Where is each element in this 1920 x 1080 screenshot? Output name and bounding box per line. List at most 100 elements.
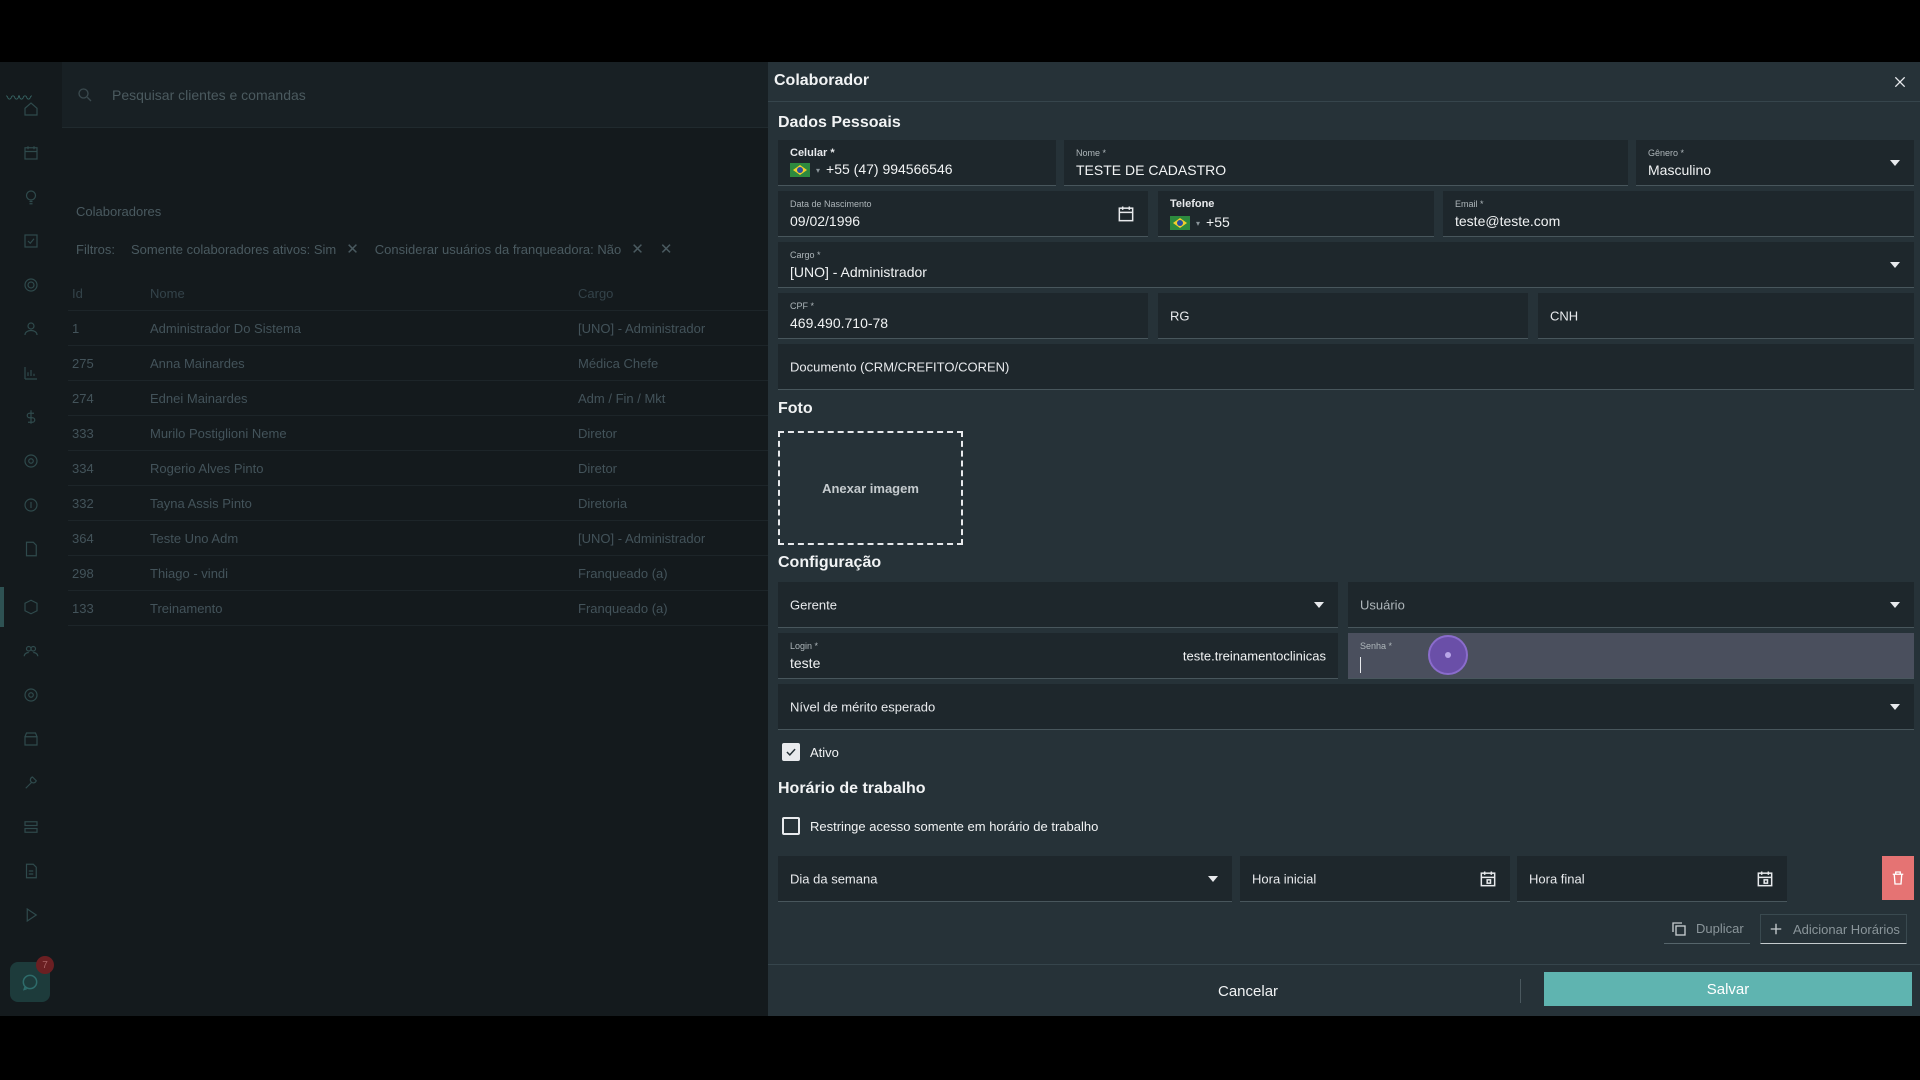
rg-placeholder: RG xyxy=(1170,308,1190,323)
document-icon[interactable] xyxy=(20,538,42,560)
table-row[interactable]: 1 Administrador Do Sistema [UNO] - Adminis… xyxy=(68,311,768,346)
trash-icon xyxy=(1892,871,1904,885)
home-icon[interactable] xyxy=(20,98,42,120)
table-cell: Franqueado (a) xyxy=(578,600,668,616)
hora-final-placeholder: Hora final xyxy=(1529,871,1585,886)
search-input[interactable]: Pesquisar clientes e comandas xyxy=(112,87,306,103)
cpf-field[interactable]: CPF * 469.490.710-78 xyxy=(778,293,1148,339)
filters-bar: Filtros: Somente colaboradores ativos: S… xyxy=(76,240,672,258)
hora-inicial-field[interactable]: Hora inicial xyxy=(1240,856,1510,902)
dia-semana-select[interactable]: Dia da semana xyxy=(778,856,1232,902)
celular-field[interactable]: Celular * ▾ +55 (47) 994566546 xyxy=(778,140,1056,186)
team-icon[interactable] xyxy=(20,640,42,662)
login-label: Login * xyxy=(790,641,819,651)
rg-field[interactable]: RG xyxy=(1158,293,1528,339)
ativo-label: Ativo xyxy=(810,744,839,760)
lightbulb-icon[interactable] xyxy=(20,186,42,208)
settings-circle-icon[interactable] xyxy=(20,450,42,472)
plus-icon xyxy=(1770,923,1782,935)
chevron-down-icon xyxy=(1314,601,1324,608)
save-button[interactable]: Salvar xyxy=(1544,972,1912,1006)
brazil-flag-icon[interactable] xyxy=(790,163,810,178)
duplicar-button[interactable]: Duplicar xyxy=(1664,914,1750,944)
nome-field[interactable]: Nome * TESTE DE CADASTRO xyxy=(1064,140,1628,186)
documento-field[interactable]: Documento (CRM/CREFITO/COREN) xyxy=(778,344,1914,390)
senha-label: Senha * xyxy=(1360,641,1393,651)
filter-chip[interactable]: Considerar usuários da franqueadora: Não… xyxy=(375,240,644,258)
hora-final-field[interactable]: Hora final xyxy=(1517,856,1787,902)
table-cell: 298 xyxy=(72,565,94,581)
restringe-checkbox-row[interactable]: Restringe acesso somente em horário de t… xyxy=(782,817,1098,835)
calendar-icon[interactable] xyxy=(1755,869,1775,889)
login-field[interactable]: Login * teste teste.treinamentoclinicas xyxy=(778,633,1338,679)
search-bar[interactable]: Pesquisar clientes e comandas xyxy=(62,62,768,128)
attach-image-dropzone[interactable]: Anexar imagem xyxy=(778,431,963,545)
telefone-field[interactable]: Telefone ▾ +55 xyxy=(1158,191,1434,237)
telefone-label: Telefone xyxy=(1170,198,1215,210)
play-icon[interactable] xyxy=(20,904,42,926)
user-icon[interactable] xyxy=(20,318,42,340)
chat-icon xyxy=(22,974,38,991)
layers-icon[interactable] xyxy=(20,816,42,838)
checklist-icon[interactable] xyxy=(20,230,42,252)
target-icon[interactable] xyxy=(20,274,42,296)
adicionar-horarios-button[interactable]: Adicionar Horários xyxy=(1760,914,1907,944)
birthdate-field[interactable]: Data de Nascimento 09/02/1996 xyxy=(778,191,1148,237)
filter-chip[interactable]: Somente colaboradores ativos: Sim ✕ xyxy=(131,240,359,258)
left-nav-rail: 〰〰 7 xyxy=(0,62,62,1016)
column-header[interactable]: Id xyxy=(68,286,150,301)
usuario-select[interactable]: Usuário xyxy=(1348,582,1914,628)
table-row[interactable]: 332 Tayna Assis Pinto Diretoria xyxy=(68,486,768,521)
senha-field[interactable]: Senha * xyxy=(1348,633,1914,679)
coin-icon[interactable] xyxy=(20,494,42,516)
bar-chart-icon[interactable] xyxy=(20,362,42,384)
package-icon[interactable] xyxy=(20,596,42,618)
table-row[interactable]: 275 Anna Mainardes Médica Chefe xyxy=(68,346,768,381)
chevron-down-icon: ▾ xyxy=(1196,218,1201,228)
column-header[interactable]: Cargo xyxy=(578,286,768,301)
duplicate-icon xyxy=(1672,921,1686,936)
merito-placeholder: Nível de mérito esperado xyxy=(790,699,936,714)
perfil-value: Gerente xyxy=(790,597,837,612)
close-icon[interactable]: ✕ xyxy=(346,240,359,258)
calendar-icon[interactable] xyxy=(1116,204,1136,224)
table-cell: 1 xyxy=(72,320,80,336)
close-button[interactable] xyxy=(1888,70,1912,94)
email-field[interactable]: Email * teste@teste.com xyxy=(1443,191,1914,237)
table-cell: Adm / Fin / Mkt xyxy=(578,390,666,406)
genero-label: Gênero * xyxy=(1648,148,1685,158)
merito-select[interactable]: Nível de mérito esperado xyxy=(778,684,1914,730)
ativo-checkbox-row[interactable]: Ativo xyxy=(782,743,839,761)
file-icon[interactable] xyxy=(20,860,42,882)
calendar-icon[interactable] xyxy=(20,142,42,164)
close-icon[interactable]: ✕ xyxy=(631,240,644,258)
section-foto: Foto xyxy=(778,400,813,417)
dollar-icon[interactable] xyxy=(20,406,42,428)
store-icon[interactable] xyxy=(20,728,42,750)
login-domain-suffix: teste.treinamentoclinicas xyxy=(1182,648,1326,663)
section-configuracao: Configuração xyxy=(778,554,882,571)
cnh-field[interactable]: CNH xyxy=(1538,293,1914,339)
calendar-icon[interactable] xyxy=(1478,869,1498,889)
table-row[interactable]: 133 Treinamento Franqueado (a) xyxy=(68,591,768,626)
ativo-checkbox[interactable] xyxy=(782,743,800,761)
perfil-select[interactable]: Gerente xyxy=(778,582,1338,628)
table-row[interactable]: 298 Thiago - vindi Franqueado (a) xyxy=(68,556,768,591)
table-row[interactable]: 364 Teste Uno Adm [UNO] - Administrador xyxy=(68,521,768,556)
column-header[interactable]: Nome xyxy=(150,286,578,301)
table-row[interactable]: 274 Ednei Mainardes Adm / Fin / Mkt xyxy=(68,381,768,416)
restringe-checkbox[interactable] xyxy=(782,817,800,835)
table-row[interactable]: 334 Rogerio Alves Pinto Diretor xyxy=(68,451,768,486)
cancel-button[interactable]: Cancelar xyxy=(1218,983,1278,1000)
table-row[interactable]: 333 Murilo Postiglioni Neme Diretor xyxy=(68,416,768,451)
table-cell: [UNO] - Administrador xyxy=(578,530,706,546)
genero-select[interactable]: Gênero * Masculino xyxy=(1636,140,1914,186)
wrench-icon[interactable] xyxy=(20,772,42,794)
delete-schedule-button[interactable] xyxy=(1882,856,1914,900)
collaborators-list-card: Colaboradores Filtros: Somente colaborad… xyxy=(62,128,768,1016)
cargo-select[interactable]: Cargo * [UNO] - Administrador xyxy=(778,242,1914,288)
clear-filters-icon[interactable]: ✕ xyxy=(660,240,673,258)
gear-icon[interactable] xyxy=(20,684,42,706)
brazil-flag-icon[interactable] xyxy=(1170,216,1190,231)
text-cursor xyxy=(1360,657,1361,673)
